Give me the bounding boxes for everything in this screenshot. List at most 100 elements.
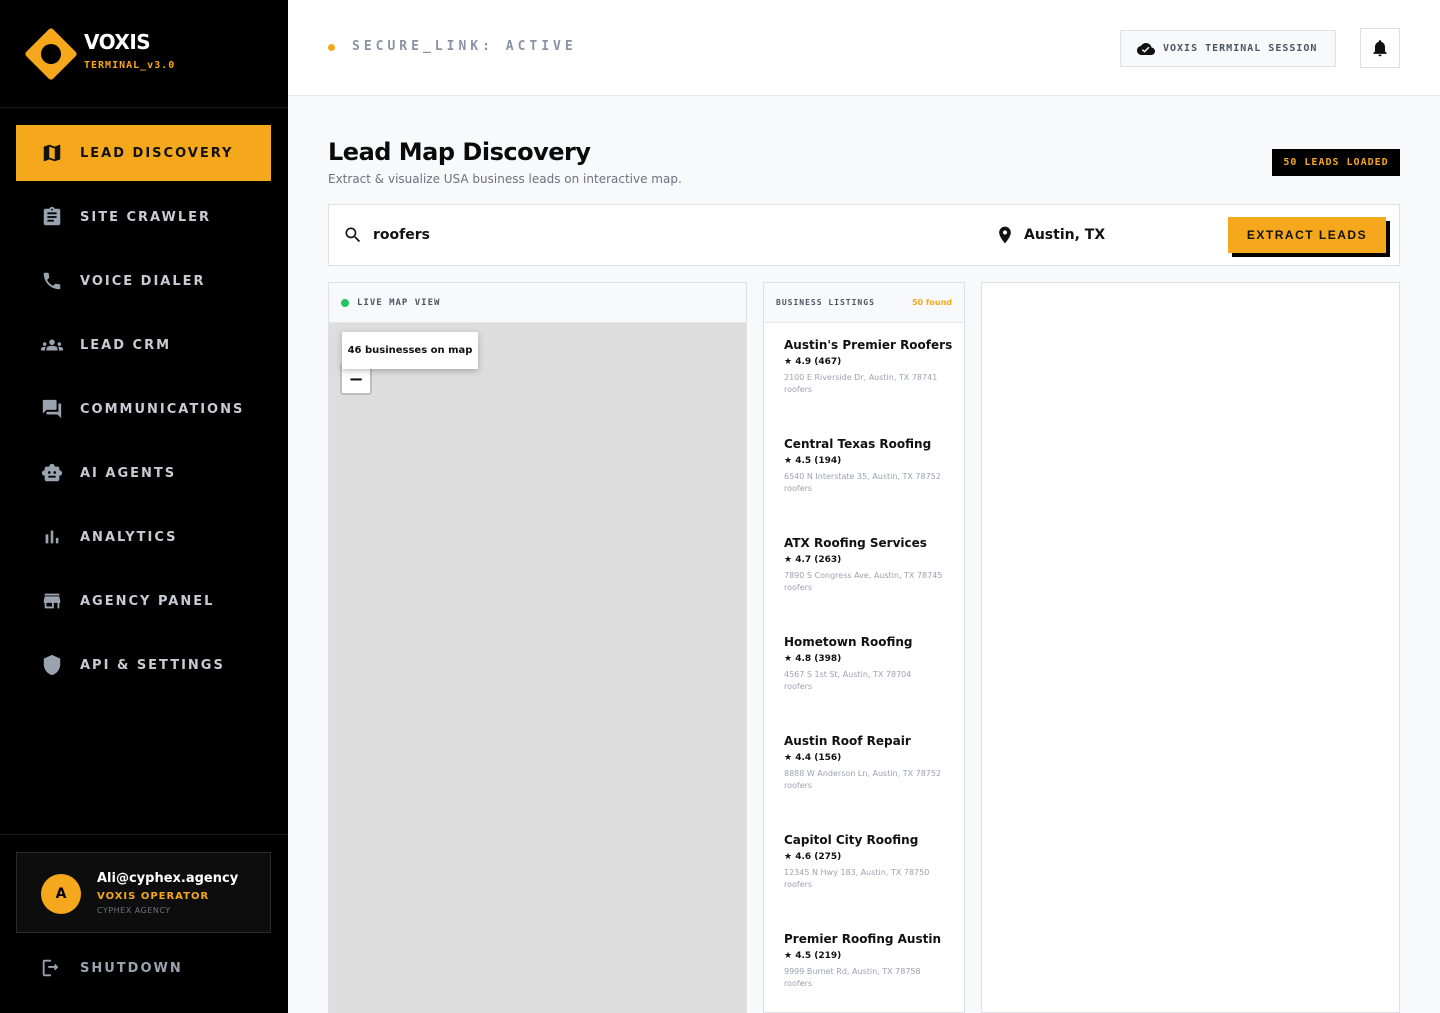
phone-icon xyxy=(40,269,64,293)
people-icon xyxy=(40,333,64,357)
user-role: VOXIS OPERATOR xyxy=(97,891,210,902)
map-header: LIVE MAP VIEW xyxy=(329,283,746,323)
clipboard-icon xyxy=(40,205,64,229)
listing-category: roofers xyxy=(784,583,813,592)
map-canvas[interactable]: − 46 businesses on map xyxy=(329,323,746,1013)
listing-name: ATX Roofing Services xyxy=(784,536,927,550)
session-button[interactable]: VOXIS TERMINAL SESSION xyxy=(1120,30,1336,67)
connection-status: SECURE_LINK: ACTIVE xyxy=(352,39,577,54)
live-indicator xyxy=(341,298,349,307)
notifications-button[interactable] xyxy=(1360,28,1400,68)
list-item[interactable]: Capitol City Roofing ★ 4.6 (275) 12345 N… xyxy=(784,833,959,889)
listing-rating: ★ 4.8 (398) xyxy=(784,654,842,664)
user-agency: CYPHEX AGENCY xyxy=(97,906,171,915)
list-item[interactable]: Central Texas Roofing ★ 4.5 (194) 6540 N… xyxy=(784,437,959,493)
status-indicator xyxy=(328,44,335,51)
location-pin-icon xyxy=(995,224,1015,246)
avatar: A xyxy=(41,874,81,914)
listing-address: 6540 N Interstate 35, Austin, TX 78752 xyxy=(784,472,941,481)
sidebar-item-label: COMMUNICATIONS xyxy=(80,401,245,417)
listing-name: Hometown Roofing xyxy=(784,635,913,649)
listings-header-label: BUSINESS LISTINGS xyxy=(776,298,875,307)
sidebar-divider xyxy=(0,834,288,835)
bar-chart-icon xyxy=(40,525,64,549)
sidebar-item-lead-crm[interactable]: LEAD CRM xyxy=(16,317,271,373)
brand-name: VOXIS xyxy=(84,30,151,54)
listing-address: 7890 S Congress Ave, Austin, TX 78745 xyxy=(784,571,943,580)
sidebar-item-lead-discovery[interactable]: LEAD DISCOVERY xyxy=(16,125,271,181)
sidebar-item-label: API & SETTINGS xyxy=(80,657,225,673)
listing-category: roofers xyxy=(784,781,813,790)
map-panel: LIVE MAP VIEW − 46 businesses on map xyxy=(328,282,747,1013)
brand-version: TERMINAL_v3.0 xyxy=(84,60,176,71)
list-item[interactable]: Premier Roofing Austin ★ 4.5 (219) 9999 … xyxy=(784,932,959,988)
listing-category: roofers xyxy=(784,979,813,988)
map-icon xyxy=(40,141,64,165)
listing-address: 9999 Burnet Rd, Austin, TX 78758 xyxy=(784,967,921,976)
listings-header: BUSINESS LISTINGS 50 found xyxy=(764,283,964,323)
listing-address: 8888 W Anderson Ln, Austin, TX 78752 xyxy=(784,769,942,778)
extract-leads-button[interactable]: EXTRACT LEADS xyxy=(1228,217,1386,253)
listing-category: roofers xyxy=(784,682,813,691)
shutdown-label: SHUTDOWN xyxy=(80,960,183,976)
listing-address: 2100 E Riverside Dr, Austin, TX 78741 xyxy=(784,373,938,382)
listing-category: roofers xyxy=(784,385,813,394)
sidebar-item-site-crawler[interactable]: SITE CRAWLER xyxy=(16,189,271,245)
user-card[interactable]: A Ali@cyphex.agency VOXIS OPERATOR CYPHE… xyxy=(16,852,271,933)
listing-name: Austin Roof Repair xyxy=(784,734,911,748)
page-title: Lead Map Discovery xyxy=(328,138,591,166)
listings-count: 50 found xyxy=(911,298,952,307)
search-icon xyxy=(343,225,363,245)
listing-rating: ★ 4.7 (263) xyxy=(784,555,842,565)
map-header-label: LIVE MAP VIEW xyxy=(357,297,441,308)
listing-rating: ★ 4.9 (467) xyxy=(784,357,842,367)
sidebar-item-label: SITE CRAWLER xyxy=(80,209,212,225)
sidebar-item-label: LEAD DISCOVERY xyxy=(80,145,234,161)
location-input[interactable] xyxy=(1024,223,1214,247)
search-bar: EXTRACT LEADS xyxy=(328,204,1400,266)
list-item[interactable]: Austin's Premier Roofers ★ 4.9 (467) 210… xyxy=(784,338,959,394)
listing-name: Central Texas Roofing xyxy=(784,437,932,451)
sidebar: VOXIS TERMINAL_v3.0 LEAD DISCOVERY SITE … xyxy=(0,0,288,1013)
listings-panel: BUSINESS LISTINGS 50 found Austin's Prem… xyxy=(763,282,965,1013)
sidebar-item-label: AI AGENTS xyxy=(80,465,177,481)
map-tooltip: 46 businesses on map xyxy=(342,332,478,369)
listing-address: 4567 S 1st St, Austin, TX 78704 xyxy=(784,670,912,679)
sidebar-item-ai-agents[interactable]: AI AGENTS xyxy=(16,445,271,501)
sidebar-nav: LEAD DISCOVERY SITE CRAWLER VOICE DIALER… xyxy=(16,125,271,701)
shutdown-button[interactable]: SHUTDOWN xyxy=(40,957,183,979)
sidebar-item-agency-panel[interactable]: AGENCY PANEL xyxy=(16,573,271,629)
sidebar-item-label: ANALYTICS xyxy=(80,529,178,545)
listing-name: Premier Roofing Austin xyxy=(784,932,942,946)
brand: VOXIS TERMINAL_v3.0 xyxy=(0,0,288,108)
sidebar-item-communications[interactable]: COMMUNICATIONS xyxy=(16,381,271,437)
search-input[interactable] xyxy=(373,223,973,247)
listing-category: roofers xyxy=(784,484,813,493)
sidebar-item-voice-dialer[interactable]: VOICE DIALER xyxy=(16,253,271,309)
sidebar-item-label: VOICE DIALER xyxy=(80,273,206,289)
list-item[interactable]: Hometown Roofing ★ 4.8 (398) 4567 S 1st … xyxy=(784,635,959,691)
sidebar-item-analytics[interactable]: ANALYTICS xyxy=(16,509,271,565)
listing-rating: ★ 4.6 (275) xyxy=(784,852,842,862)
cloud-done-icon xyxy=(1137,42,1155,55)
listing-category: roofers xyxy=(784,880,813,889)
sidebar-item-label: AGENCY PANEL xyxy=(80,593,215,609)
sidebar-item-api-settings[interactable]: API & SETTINGS xyxy=(16,637,271,693)
logout-icon xyxy=(42,959,59,977)
listing-rating: ★ 4.4 (156) xyxy=(784,753,842,763)
chat-icon xyxy=(40,397,64,421)
list-item[interactable]: Austin Roof Repair ★ 4.4 (156) 8888 W An… xyxy=(784,734,959,790)
robot-icon xyxy=(40,461,64,485)
sidebar-item-label: LEAD CRM xyxy=(80,337,172,353)
leads-loaded-badge: 50 LEADS LOADED xyxy=(1272,149,1400,176)
listing-rating: ★ 4.5 (194) xyxy=(784,456,842,466)
lead-detail-panel xyxy=(981,282,1400,1013)
user-email: Ali@cyphex.agency xyxy=(97,871,239,886)
listing-name: Austin's Premier Roofers xyxy=(784,338,953,352)
list-item[interactable]: ATX Roofing Services ★ 4.7 (263) 7890 S … xyxy=(784,536,959,592)
page-subtitle: Extract & visualize USA business leads o… xyxy=(328,172,682,186)
top-bar: SECURE_LINK: ACTIVE VOXIS TERMINAL SESSI… xyxy=(288,0,1440,96)
shield-icon xyxy=(40,653,64,677)
session-label: VOXIS TERMINAL SESSION xyxy=(1163,43,1318,54)
listing-rating: ★ 4.5 (219) xyxy=(784,951,842,961)
